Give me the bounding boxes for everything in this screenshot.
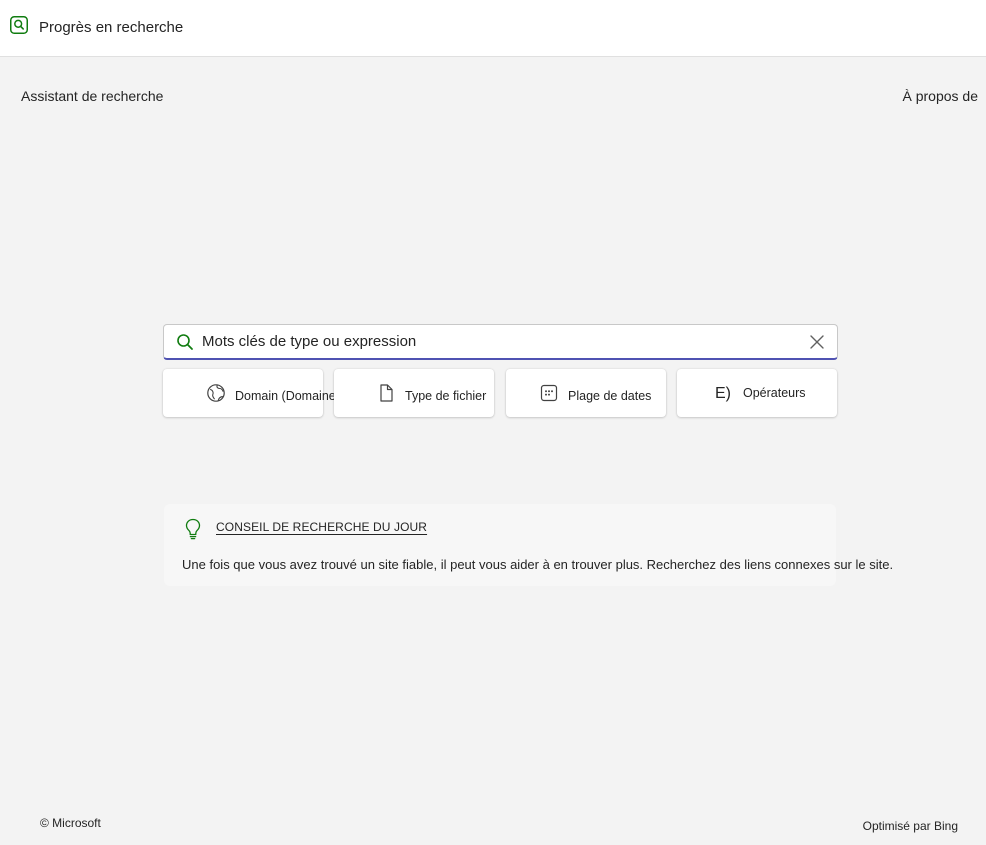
research-assistant-link[interactable]: Assistant de recherche [21, 87, 163, 105]
domain-filter-button[interactable]: Domain (Domaine) [163, 369, 340, 417]
globe-icon [206, 383, 226, 403]
filter-label: Type de fichier [405, 389, 487, 403]
tip-title: CONSEIL DE RECHERCHE DU JOUR [216, 520, 428, 534]
operators-filter-button[interactable]: E) Opérateurs [677, 369, 837, 417]
search-box [163, 324, 838, 360]
app-header: Progrès en recherche [0, 0, 986, 57]
filter-label: Plage de dates [568, 389, 652, 403]
file-type-filter-button[interactable]: Type de fichier [334, 369, 494, 417]
lightbulb-icon [184, 518, 202, 540]
operators-icon: E) [715, 385, 731, 402]
tip-body: Une fois que vous avez trouvé un site fi… [182, 557, 894, 572]
date-range-filter-button[interactable]: Plage de dates [506, 369, 666, 417]
calendar-icon [539, 383, 559, 403]
app-title: Progrès en recherche [39, 19, 184, 36]
copyright-text: © Microsoft [40, 816, 101, 830]
search-icon [176, 333, 194, 351]
search-app-icon [10, 16, 28, 34]
about-link[interactable]: À propos de [903, 87, 979, 105]
search-tip-card: CONSEIL DE RECHERCHE DU JOUR Une fois qu… [164, 504, 893, 586]
filter-label: Domain (Domaine) [235, 389, 340, 403]
filter-label: Opérateurs [743, 386, 806, 400]
file-icon [376, 383, 396, 403]
search-input[interactable] [202, 325, 792, 358]
powered-by-bing-text: Optimisé par Bing [862, 819, 958, 833]
close-icon[interactable] [809, 334, 825, 350]
